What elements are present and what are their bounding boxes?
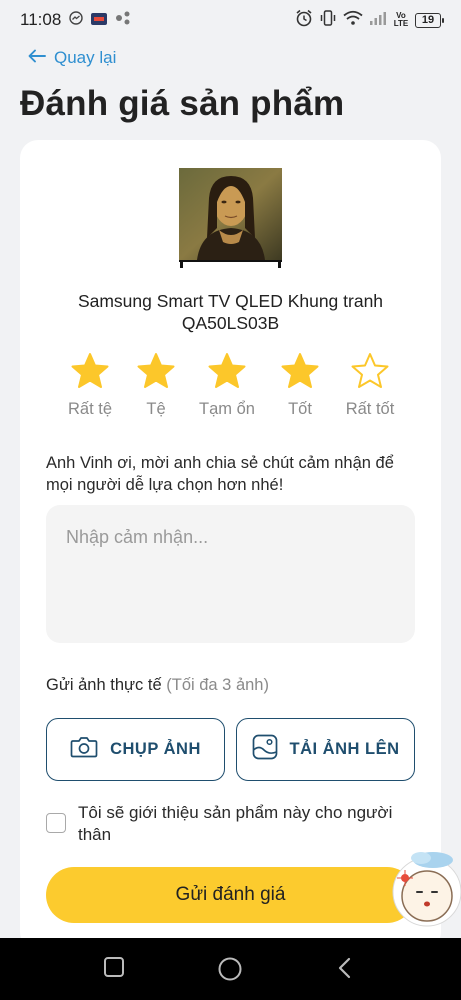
wifi-icon [343,10,363,31]
battery-icon: 19 [415,12,444,28]
signal-icon [369,10,387,31]
submit-review-button[interactable]: Gửi đánh giá [46,867,415,923]
star-label-2: Tệ [146,400,166,418]
photo-limit-note: (Tối đa 3 ảnh) [166,676,269,694]
star-label-3: Tạm ổn [199,400,255,418]
upload-photo-label: TẢI ẢNH LÊN [289,740,400,758]
recent-apps-icon[interactable] [103,956,125,983]
star-outline-icon [351,353,389,388]
mascot-chat-icon[interactable] [387,848,461,928]
image-upload-icon [252,734,278,765]
back-label: Quay lại [54,48,117,67]
recommend-label[interactable]: Tôi sẽ giới thiệu sản phẩm này cho người… [78,802,406,846]
alarm-icon [295,9,313,32]
camera-icon [70,735,98,764]
status-bar: 11:08 Vo LTE 19 [0,0,461,40]
vibrate-icon [319,9,337,32]
system-nav-bar [0,938,461,1000]
star-rating: Rất tệ Tệ Tạm ổn Tốt Rất tốt [50,352,420,432]
star-filled-icon [208,353,246,388]
upload-photo-button[interactable]: TẢI ẢNH LÊN [236,718,415,781]
page-title: Đánh giá sản phẩm [20,84,345,123]
photo-heading: Gửi ảnh thực tế (Tối đa 3 ảnh) [46,676,269,695]
home-icon[interactable] [217,956,243,987]
star-label-4: Tốt [288,400,312,418]
star-2[interactable]: Tệ [116,352,196,419]
star-4[interactable]: Tốt [260,352,340,419]
status-time: 11:08 [20,10,62,29]
star-5[interactable]: Rất tốt [330,352,410,419]
share-icon [115,10,131,30]
status-right: Vo LTE 19 [295,9,444,32]
star-filled-icon [281,353,319,388]
review-card: Samsung Smart TV QLED Khung tranh QA50LS… [20,140,441,950]
arrow-left-icon [28,48,46,68]
messenger-icon [69,10,83,30]
status-left: 11:08 [20,10,131,30]
product-name: Samsung Smart TV QLED Khung tranh QA50LS… [77,291,384,333]
star-3[interactable]: Tạm ổn [187,352,267,419]
star-filled-icon [137,353,175,388]
feedback-input[interactable] [46,505,415,643]
product-image [179,168,282,268]
feedback-prompt: Anh Vinh ơi, mời anh chia sẻ chút cảm nh… [46,454,394,494]
star-filled-icon [71,353,109,388]
app-icon [91,10,108,30]
take-photo-button[interactable]: CHỤP ẢNH [46,718,225,781]
volte-icon: Vo LTE [393,11,409,28]
recommend-row: Tôi sẽ giới thiệu sản phẩm này cho người… [46,802,406,846]
take-photo-label: CHỤP ẢNH [110,740,201,758]
recommend-checkbox[interactable] [46,813,66,833]
photo-heading-label: Gửi ảnh thực tế [46,676,162,694]
star-label-5: Rất tốt [345,400,395,418]
back-link[interactable]: Quay lại [28,48,116,68]
back-icon[interactable] [334,956,356,985]
